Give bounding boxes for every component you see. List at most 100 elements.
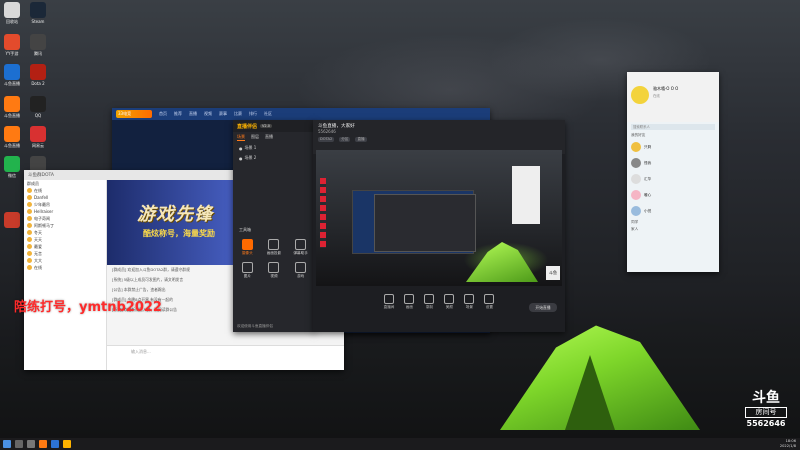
list-item[interactable]: 少年最吊 — [24, 201, 106, 208]
desktop-icon[interactable]: 斗鱼直播 — [0, 126, 24, 149]
stream-tool-button[interactable]: 录制 — [424, 294, 435, 310]
tab-layer[interactable]: 图层 — [251, 134, 259, 141]
room-number: 5562646 — [746, 419, 786, 428]
member-name: 阿斯顿马丁 — [34, 222, 54, 228]
desktop-icon[interactable]: 斗鱼直播 — [0, 96, 24, 119]
desktop-icon[interactable]: Dota 2 — [26, 64, 50, 86]
friend-group-3[interactable]: 家人 — [627, 226, 719, 233]
list-item[interactable]: 在线 — [24, 264, 106, 271]
stream-tool-label: 直播间 — [383, 305, 395, 309]
desktop-icon[interactable]: 斗鱼直播 — [0, 64, 24, 87]
desktop-icon[interactable]: YY手游 — [0, 34, 24, 57]
esports-nav-3[interactable]: 直播 — [189, 111, 197, 117]
avatar — [27, 216, 32, 221]
stream-main-window[interactable]: 斗鱼直播，大家好 5562646 DOTA2 分区 直播 斗鱼 直播间 画面 录制 美… — [313, 120, 565, 332]
user-status[interactable]: 在线 — [653, 93, 660, 98]
tab-live[interactable]: 直播 — [265, 134, 273, 141]
list-item[interactable]: 最爱 — [24, 243, 106, 250]
desktop-icon[interactable]: 回收站 — [0, 2, 24, 25]
esports-nav-7[interactable]: 排行 — [249, 111, 257, 117]
system-clock[interactable]: 18:06 2022/1/8 — [780, 439, 796, 449]
desktop-icon[interactable]: Steam — [26, 2, 50, 24]
chat-input-area[interactable]: 输入消息... — [107, 345, 344, 370]
esports-window-titlebar[interactable]: 33电竞 首页 推荐 直播 视频 赛事 比赛 排行 社区 — [112, 108, 490, 120]
friend-group-2[interactable]: 同学 — [627, 219, 719, 226]
friend-search-input[interactable]: 搜索联系人 — [631, 124, 715, 130]
esports-nav-6[interactable]: 比赛 — [234, 111, 242, 117]
desktop-icon[interactable]: QQ — [26, 96, 50, 118]
avatar — [27, 244, 32, 249]
user-name: 骆木嘻·O O O — [653, 86, 679, 91]
desktop-icon[interactable] — [0, 212, 24, 229]
stream-assistant-window[interactable]: 直播伴侣 V2.0 场景 图层 直播 ● 场景 1 ● 场景 2 工具箱 摄像头 画面… — [233, 120, 315, 332]
stream-tool-icon — [484, 294, 495, 304]
stream-tool-button[interactable]: 美颜 — [444, 294, 455, 310]
tool-icon — [268, 239, 280, 250]
stream-tag-1[interactable]: DOTA2 — [318, 137, 335, 142]
search-icon[interactable] — [15, 440, 23, 448]
qq-taskbar-icon[interactable] — [51, 440, 59, 448]
list-item[interactable]: 天天 — [24, 236, 106, 243]
list-item[interactable]: Danfell — [24, 194, 106, 201]
task-view-icon[interactable] — [27, 440, 35, 448]
tab-scene[interactable]: 场景 — [237, 134, 245, 141]
friend-item[interactable]: 怪我 — [627, 155, 719, 171]
start-icon[interactable] — [3, 440, 11, 448]
esports-nav-2[interactable]: 推荐 — [174, 111, 182, 117]
avatar — [631, 206, 641, 216]
desktop-icon[interactable]: 微信 — [0, 156, 24, 179]
list-item[interactable]: Hellraiser — [24, 208, 106, 215]
douyu-taskbar-icon[interactable] — [39, 440, 47, 448]
stream-preview[interactable]: 斗鱼 — [316, 150, 562, 286]
tool-button[interactable]: 图片 — [237, 262, 258, 279]
friend-group-1[interactable]: 我的好友 — [627, 132, 719, 139]
avatar — [27, 230, 32, 235]
friend-name: 小悦 — [644, 208, 652, 213]
stream-room-id: 5562646 — [318, 129, 336, 134]
friend-item[interactable]: 只剩 — [627, 139, 719, 155]
stream-tool-button[interactable]: 场景 — [464, 294, 475, 310]
scene-item-2[interactable]: ● 场景 2 — [233, 153, 315, 163]
esports-nav-5[interactable]: 赛事 — [219, 111, 227, 117]
chat-input[interactable]: 输入消息... — [107, 346, 344, 358]
stream-tool-button[interactable]: 直播间 — [383, 294, 395, 310]
list-item[interactable]: 在线 — [24, 187, 106, 194]
desktop-icon-label: 斗鱼直播 — [4, 113, 20, 118]
stream-tool-button[interactable]: 设置 — [484, 294, 495, 310]
esports-nav-4[interactable]: 视频 — [204, 111, 212, 117]
stream-tool-button[interactable]: 画面 — [404, 294, 415, 310]
list-item[interactable]: 冬天 — [24, 229, 106, 236]
assistant-header[interactable]: 直播伴侣 V2.0 — [233, 120, 315, 132]
friend-list-window[interactable]: 骆木嘻·O O O 在线 搜索联系人 我的好友 只剩怪我汇华 暖心小悦 同学 家人 — [627, 72, 719, 272]
list-item[interactable]: 大大 — [24, 257, 106, 264]
app-icon — [30, 34, 46, 50]
stream-tag-3[interactable]: 直播 — [355, 137, 367, 142]
friend-item[interactable]: 汇华 — [627, 171, 719, 187]
start-stream-button[interactable]: 开始直播 — [529, 303, 557, 312]
list-item[interactable]: 阿斯顿马丁 — [24, 222, 106, 229]
friend-item[interactable]: 小悦 — [627, 203, 719, 219]
list-item[interactable]: 无言 — [24, 250, 106, 257]
chat-member-list[interactable]: 群成员 在线 Danfell 少年最吊 Hellraiser 电子奇闻 阿斯顿马丁 冬天 天天… — [24, 180, 107, 370]
tool-button[interactable]: 弹幕助手 — [290, 239, 311, 256]
tool-button[interactable]: 画面投影 — [264, 239, 285, 256]
stream-tool-label: 录制 — [425, 305, 433, 309]
esports-nav-1[interactable]: 首页 — [159, 111, 167, 117]
list-item[interactable]: 电子奇闻 — [24, 215, 106, 222]
friend-item[interactable]: 暖心 — [627, 187, 719, 203]
stream-tag-2[interactable]: 分区 — [339, 137, 351, 142]
avatar — [27, 258, 32, 263]
desktop-icon[interactable]: 网易云 — [26, 126, 50, 149]
user-avatar[interactable] — [631, 86, 649, 104]
app-icon — [4, 156, 20, 172]
tool-button[interactable]: 摄像头 — [237, 239, 258, 256]
desktop-icon-label: Steam — [31, 19, 45, 24]
friend-name: 怪我 — [644, 160, 652, 165]
preview-logo: 斗鱼 — [546, 266, 560, 280]
tool-button[interactable]: 视频 — [264, 262, 285, 279]
assistant-taskbar-icon[interactable] — [63, 440, 71, 448]
desktop-icon[interactable]: 腾讯 — [26, 34, 50, 57]
tool-button[interactable]: 游戏 — [290, 262, 311, 279]
esports-nav-8[interactable]: 社区 — [264, 111, 272, 117]
scene-item-1[interactable]: ● 场景 1 — [233, 143, 315, 153]
